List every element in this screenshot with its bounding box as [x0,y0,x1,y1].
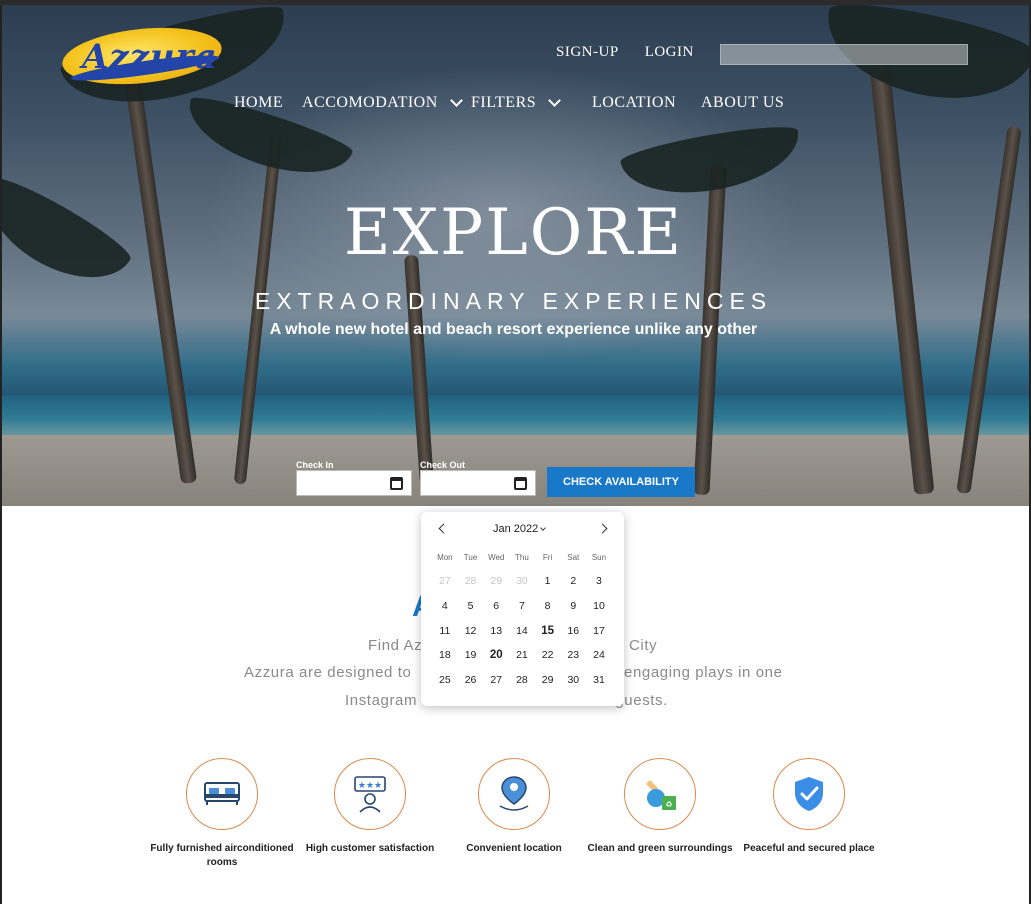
feature-icon-circle: ★★★ [334,758,406,830]
calendar-day[interactable]: 15 [535,625,561,650]
azzura-logo[interactable]: Azzura [59,20,227,92]
calendar-day[interactable]: 25 [432,674,458,699]
shield-check-icon [795,777,823,811]
calendar-day[interactable]: 16 [560,625,586,650]
calendar-day[interactable]: 3 [586,575,612,600]
calendar-day[interactable]: 29 [483,575,509,600]
chevron-down-icon [540,525,547,531]
weekday-label: Sat [567,553,580,562]
feature-icon-circle [478,758,550,830]
check-availability-button[interactable]: CHECK AVAILABILITY [547,467,695,497]
calendar-day[interactable]: 5 [458,600,484,625]
calendar-day[interactable]: 2 [560,575,586,600]
calendar-icon[interactable] [390,477,403,490]
calendar-days-grid: 27 28 29 30 1 2 3 4 5 6 7 8 9 10 11 12 13 14 15 16 17 18 19 20 2… [432,575,612,699]
calendar-day[interactable]: 8 [535,600,561,625]
calendar-day[interactable]: 27 [483,674,509,699]
nav-filters[interactable]: FILTERS [471,94,562,112]
calendar-day[interactable]: 14 [509,625,535,650]
weekday-label: Sun [591,553,607,562]
signup-link[interactable]: SIGN-UP [556,44,619,61]
check-out-label: Check Out [420,460,466,470]
weekday-label: Thu [515,553,529,562]
calendar-day[interactable]: 12 [458,625,484,650]
feature-icon-circle [773,758,845,830]
feature-green-surroundings: ♻ Clean and green surroundings [580,758,740,856]
previous-month-button[interactable] [435,522,449,536]
calendar-day[interactable]: 18 [432,649,458,674]
nav-home[interactable]: HOME [234,94,283,112]
weekday-label: Mon [437,553,453,562]
nav-accomodation[interactable]: ACCOMODATION [302,94,463,112]
weekday-label: Fri [542,553,553,562]
calendar-day[interactable]: 11 [432,625,458,650]
eco-recycle-icon: ♻ [646,780,676,810]
calendar-day[interactable]: 19 [458,649,484,674]
check-out-date-input[interactable] [420,470,536,496]
calendar-day[interactable]: 24 [586,649,612,674]
nav-location[interactable]: LOCATION [592,94,676,112]
main-navigation: HOME ACCOMODATION FILTERS LOCATION ABOUT… [232,94,792,118]
calendar-day[interactable]: 28 [458,575,484,600]
weekday-label: Tue [463,553,478,562]
calendar-day[interactable]: 17 [586,625,612,650]
bed-icon [204,782,240,805]
calendar-day[interactable]: 21 [509,649,535,674]
location-pin-icon [499,776,529,811]
calendar-day[interactable]: 20 [483,649,509,674]
feature-secured-place: Peaceful and secured place [729,758,889,856]
weekday-header: Mon Tue Wed Thu Fri Sat Sun [432,553,612,562]
calendar-day[interactable]: 4 [432,600,458,625]
feature-customer-satisfaction: ★★★ High customer satisfaction [290,758,450,856]
calendar-day[interactable]: 27 [432,575,458,600]
calendar-day[interactable]: 13 [483,625,509,650]
check-in-date-input[interactable] [296,470,412,496]
calendar-day[interactable]: 26 [458,674,484,699]
calendar-day[interactable]: 1 [535,575,561,600]
weekday-label: Wed [488,553,505,562]
month-year-select[interactable]: Jan 2022 [493,523,547,535]
logo-text: Azzura [82,37,218,77]
hero-subtitle: EXTRAORDINARY EXPERIENCES [254,288,773,314]
customer-rating-icon: ★★★ [354,776,386,813]
svg-text:♻: ♻ [665,800,672,809]
nav-about-us[interactable]: ABOUT US [701,94,784,112]
feature-furnished-rooms: Fully furnished airconditioned rooms [142,758,302,870]
check-in-label: Check In [296,460,334,470]
calendar-day[interactable]: 7 [509,600,535,625]
chevron-down-icon [449,94,463,107]
feature-convenient-location: Convenient location [434,758,594,856]
calendar-day[interactable]: 22 [535,649,561,674]
hero-tagline: A whole new hotel and beach resort exper… [269,321,758,338]
login-link[interactable]: LOGIN [645,44,694,61]
calendar-icon[interactable] [514,477,527,490]
calendar-day[interactable]: 30 [509,575,535,600]
next-month-button[interactable] [597,522,611,536]
calendar-day[interactable]: 29 [535,674,561,699]
account-links: SIGN-UP LOGIN [556,44,694,61]
calendar-day[interactable]: 23 [560,649,586,674]
search-input[interactable] [720,44,968,65]
calendar-day[interactable]: 10 [586,600,612,625]
feature-icon-circle: ♻ [624,758,696,830]
date-picker-popup: Jan 2022 Mon Tue Wed Thu Fri Sat Sun 27 28 29 30 1… [421,512,624,706]
feature-icon-circle [186,758,258,830]
calendar-day[interactable]: 9 [560,600,586,625]
svg-text:★★★: ★★★ [358,781,382,791]
hero-title: EXPLORE [343,196,684,270]
calendar-day[interactable]: 6 [483,600,509,625]
calendar-day[interactable]: 31 [586,674,612,699]
calendar-day[interactable]: 30 [560,674,586,699]
chevron-down-icon [548,94,562,107]
calendar-day[interactable]: 28 [509,674,535,699]
